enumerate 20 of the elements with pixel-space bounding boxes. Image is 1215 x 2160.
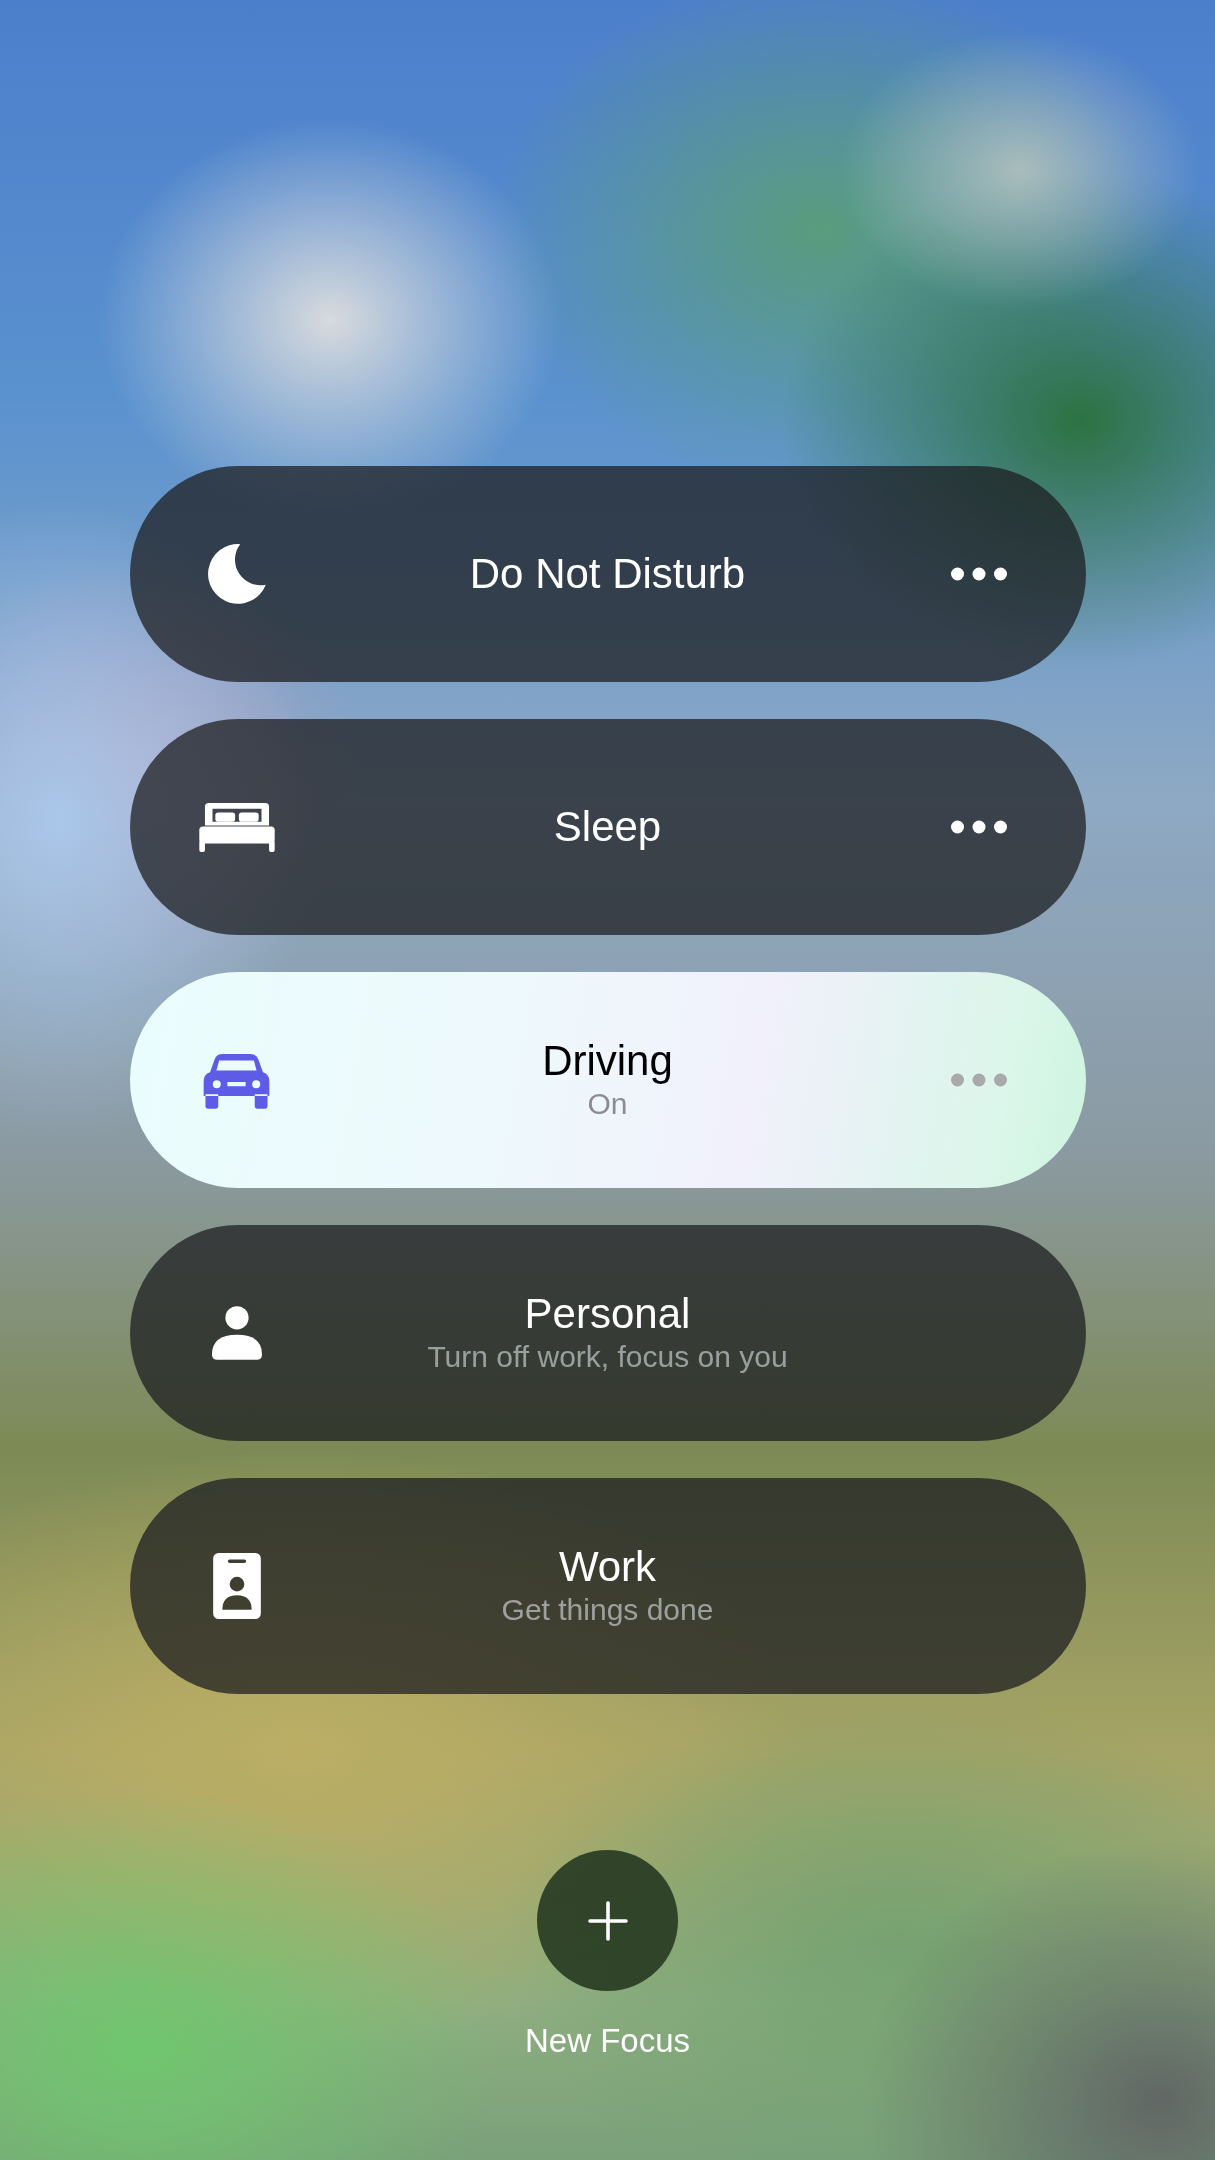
focus-title: Sleep: [553, 803, 662, 851]
id-badge-icon: [212, 1553, 261, 1619]
focus-title: Driving: [542, 1037, 673, 1085]
focus-title: Do Not Disturb: [469, 550, 746, 598]
person-icon: [211, 1306, 262, 1360]
focus-title: Work: [558, 1543, 657, 1591]
focus-status: On: [587, 1086, 628, 1122]
focus-status: Get things done: [501, 1592, 714, 1628]
focus-status: Turn off work, focus on you: [427, 1339, 788, 1375]
focus-mode-button[interactable]: Do Not Disturb: [129, 466, 1086, 682]
focus-mode-button[interactable]: Driving On: [129, 972, 1086, 1188]
moon-icon: [207, 544, 266, 604]
plus-icon: [587, 1900, 628, 1941]
focus-mode-button[interactable]: Work Get things done: [129, 1478, 1086, 1694]
focus-title: Personal: [524, 1290, 691, 1338]
more-icon[interactable]: [950, 567, 1007, 581]
focus-mode-button[interactable]: Sleep: [129, 719, 1086, 935]
focus-mode-button[interactable]: Personal Turn off work, focus on you: [129, 1225, 1086, 1441]
more-icon[interactable]: [950, 820, 1007, 834]
bed-icon: [198, 802, 275, 852]
